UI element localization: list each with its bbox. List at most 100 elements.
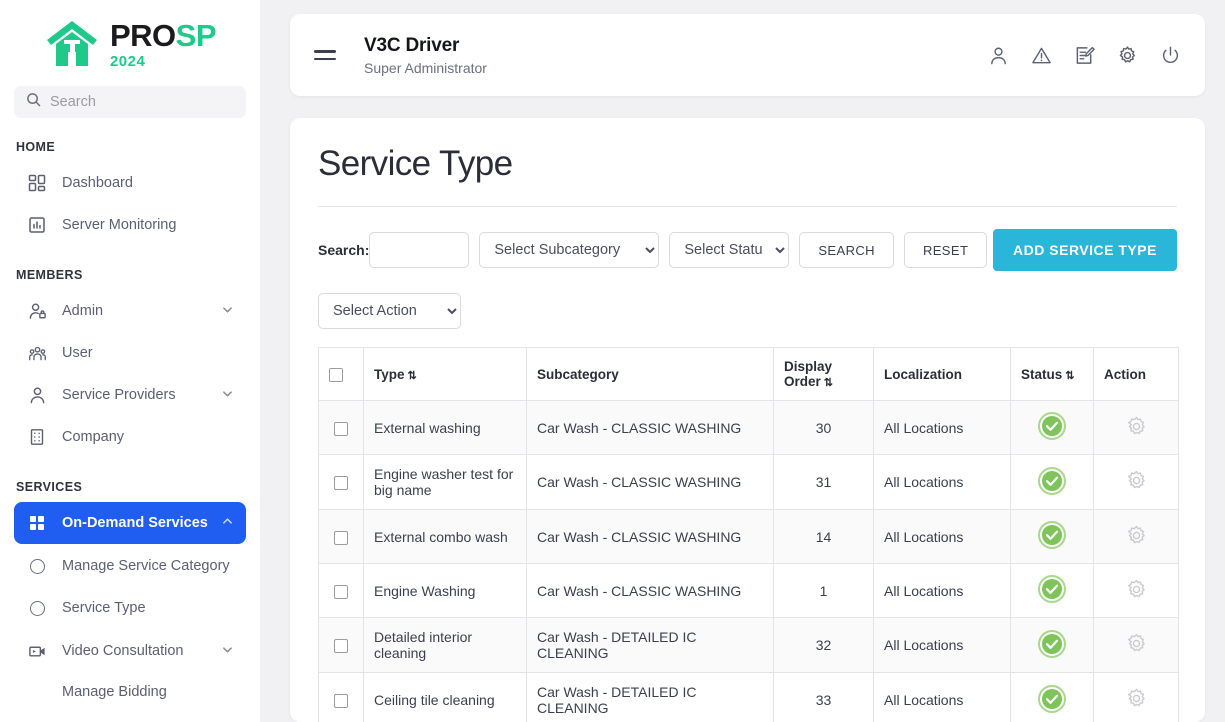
sidebar-item-manage-service-category[interactable]: Manage Service Category xyxy=(14,546,246,586)
sidebar-item-label: Server Monitoring xyxy=(62,217,177,233)
sidebar-item-label: Company xyxy=(62,429,125,445)
cell-localization: All Locations xyxy=(873,454,1011,510)
users-icon xyxy=(26,342,48,364)
power-icon[interactable] xyxy=(1160,45,1181,66)
table-head: Type ⇅ Subcategory Display Order ⇅ Localiz… xyxy=(318,347,1179,401)
row-settings-gear-icon[interactable] xyxy=(1125,687,1148,710)
header-localization-label: Localization xyxy=(884,366,963,382)
cell-action xyxy=(1093,400,1179,455)
row-checkbox[interactable] xyxy=(334,530,348,545)
chevron-down-icon xyxy=(222,643,234,659)
row-checkbox-cell xyxy=(318,617,364,673)
person-icon xyxy=(26,384,48,406)
status-active-icon[interactable] xyxy=(1038,466,1066,495)
row-settings-gear-icon[interactable] xyxy=(1125,578,1148,601)
table-row[interactable]: Engine washer test for big name Car Wash… xyxy=(318,454,1179,510)
header-display-order[interactable]: Display Order ⇅ xyxy=(773,347,874,401)
hamburger-icon[interactable] xyxy=(314,50,336,60)
row-checkbox-cell xyxy=(318,454,364,510)
top-header-bar: V3C Driver Super Administrator xyxy=(290,14,1205,96)
cell-action xyxy=(1093,454,1179,510)
header-subcategory-label: Subcategory xyxy=(537,366,619,382)
row-checkbox[interactable] xyxy=(334,694,348,709)
subcategory-select[interactable]: Select Subcategory xyxy=(479,232,660,268)
sidebar-item-video-consultation[interactable]: Video Consultation xyxy=(14,630,246,672)
header-type-label: Type xyxy=(374,366,405,382)
user-lock-icon xyxy=(26,300,48,322)
row-settings-gear-icon[interactable] xyxy=(1125,524,1148,547)
video-icon xyxy=(26,640,48,662)
row-checkbox[interactable] xyxy=(334,639,348,654)
sidebar-item-user[interactable]: User xyxy=(14,332,246,374)
sidebar-item-dashboard[interactable]: Dashboard xyxy=(14,162,246,204)
search-button[interactable]: SEARCH xyxy=(799,232,894,268)
table-body: External washing Car Wash - CLASSIC WASH… xyxy=(318,400,1179,722)
sidebar-item-service-providers[interactable]: Service Providers xyxy=(14,374,246,416)
row-settings-gear-icon[interactable] xyxy=(1125,632,1148,655)
status-active-icon[interactable] xyxy=(1038,684,1066,713)
header-subcategory: Subcategory xyxy=(526,347,774,401)
header-status[interactable]: Status ⇅ xyxy=(1010,347,1094,401)
sidebar-item-admin[interactable]: Admin xyxy=(14,290,246,332)
sidebar-item-label: Service Type xyxy=(62,599,146,616)
sidebar-search[interactable]: Search xyxy=(14,86,246,118)
row-settings-gear-icon[interactable] xyxy=(1125,469,1148,492)
bulk-action-select[interactable]: Select Action xyxy=(318,293,461,329)
add-service-type-button[interactable]: ADD SERVICE TYPE xyxy=(993,229,1177,271)
radio-circle-icon xyxy=(26,600,48,616)
status-active-icon[interactable] xyxy=(1038,575,1066,603)
table-row[interactable]: External washing Car Wash - CLASSIC WASH… xyxy=(318,400,1179,455)
cell-display-order: 33 xyxy=(773,672,874,722)
brand-wordmark: PROSP 2024 xyxy=(110,17,217,69)
row-checkbox-cell xyxy=(318,509,364,564)
status-active-icon[interactable] xyxy=(1038,629,1066,658)
table-header-row: Type ⇅ Subcategory Display Order ⇅ Localiz… xyxy=(318,347,1179,401)
table-row[interactable]: External combo wash Car Wash - CLASSIC W… xyxy=(318,509,1179,564)
reset-button[interactable]: RESET xyxy=(903,232,988,268)
app-root: PROSP 2024 Search HOME Dashboard Server … xyxy=(0,0,1225,722)
row-checkbox-cell xyxy=(318,563,364,618)
cell-status xyxy=(1010,400,1094,455)
dashboard-icon xyxy=(26,172,48,194)
sidebar-item-service-type[interactable]: Service Type xyxy=(14,588,246,628)
status-active-icon[interactable] xyxy=(1038,521,1066,549)
sidebar-item-label: Video Consultation xyxy=(62,643,184,659)
cell-display-order: 1 xyxy=(773,563,874,618)
cell-action xyxy=(1093,563,1179,618)
sort-icon: ⇅ xyxy=(1065,369,1075,382)
header-title-block: V3C Driver Super Administrator xyxy=(364,35,988,76)
row-checkbox[interactable] xyxy=(334,584,348,599)
brand-logo[interactable]: PROSP 2024 xyxy=(0,0,260,82)
row-settings-gear-icon[interactable] xyxy=(1125,415,1148,438)
row-checkbox[interactable] xyxy=(334,476,348,491)
sidebar-item-server-monitoring[interactable]: Server Monitoring xyxy=(14,204,246,246)
cell-display-order: 30 xyxy=(773,400,874,455)
search-input[interactable] xyxy=(369,232,470,268)
brand-name-sp: SP xyxy=(175,17,217,53)
edit-document-icon[interactable] xyxy=(1074,45,1095,66)
sidebar-item-manage-bidding[interactable]: Manage Bidding xyxy=(14,674,246,714)
profile-icon[interactable] xyxy=(988,45,1009,66)
table-row[interactable]: Detailed interior cleaning Car Wash - DE… xyxy=(318,617,1179,673)
settings-gear-icon[interactable] xyxy=(1117,45,1138,66)
sidebar-item-label: Service Providers xyxy=(62,387,176,403)
bulk-action-row: Select Action xyxy=(318,293,1177,329)
house-logo-icon xyxy=(44,18,100,70)
sidebar-item-on-demand-services[interactable]: On-Demand Services xyxy=(14,502,246,544)
content-card: Service Type Search: Select Subcategory … xyxy=(290,118,1205,722)
select-all-checkbox[interactable] xyxy=(329,367,343,382)
header-type[interactable]: Type ⇅ xyxy=(363,347,527,401)
sidebar-search-placeholder: Search xyxy=(50,94,96,110)
status-active-icon[interactable] xyxy=(1038,412,1066,440)
radio-circle-icon xyxy=(26,558,48,574)
alert-triangle-icon[interactable] xyxy=(1031,45,1052,66)
header-action-label: Action xyxy=(1104,366,1146,382)
table-row[interactable]: Ceiling tile cleaning Car Wash - DETAILE… xyxy=(318,672,1179,722)
row-checkbox[interactable] xyxy=(334,421,348,436)
table-row[interactable]: Engine Washing Car Wash - CLASSIC WASHIN… xyxy=(318,563,1179,618)
cell-type: External washing xyxy=(363,400,527,455)
cell-action xyxy=(1093,509,1179,564)
sidebar-item-company[interactable]: Company xyxy=(14,416,246,458)
cell-subcategory: Car Wash - DETAILED IC CLEANING xyxy=(526,672,774,722)
status-select[interactable]: Select Status xyxy=(669,232,790,268)
